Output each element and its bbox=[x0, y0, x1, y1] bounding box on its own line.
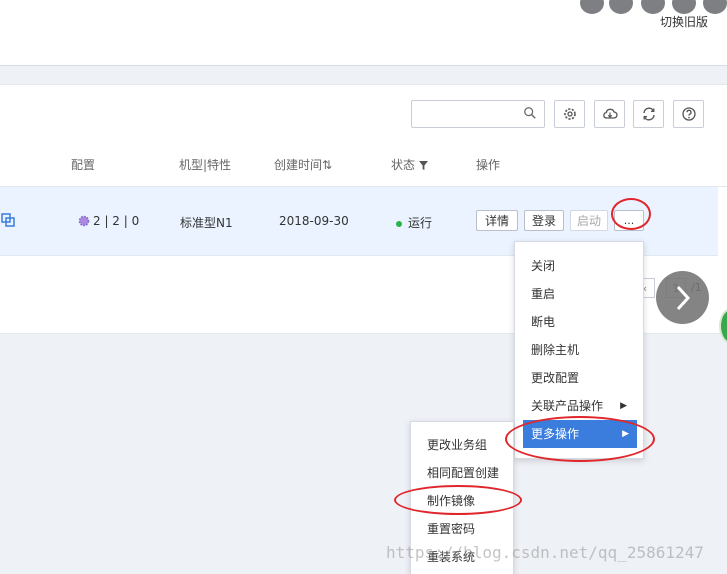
cloud-download-icon bbox=[602, 108, 618, 119]
trash-icon[interactable] bbox=[609, 0, 633, 14]
submenu-item-change-business-group[interactable]: 更改业务组 bbox=[411, 431, 513, 459]
column-header-created[interactable]: 创建时间⇅ bbox=[274, 156, 332, 173]
row-status: 运行 bbox=[396, 214, 432, 231]
user-icon[interactable] bbox=[641, 0, 665, 14]
row-model: 标准型N1 bbox=[180, 216, 233, 230]
annotation-circle-more-operations bbox=[505, 416, 655, 462]
submenu-item-clone-config[interactable]: 相同配置创建 bbox=[411, 459, 513, 487]
submenu-item-reset-password[interactable]: 重置密码 bbox=[411, 515, 513, 543]
column-header-status[interactable]: 状态 bbox=[391, 156, 428, 173]
column-header-actions: 操作 bbox=[476, 158, 501, 172]
row-created: 2018-09-30 bbox=[279, 214, 349, 228]
switch-old-version-link[interactable]: 切换旧版 bbox=[660, 13, 708, 30]
refresh-button[interactable] bbox=[633, 100, 664, 128]
menu-item-change-config[interactable]: 更改配置 bbox=[515, 364, 643, 392]
caret-right-icon: ▶ bbox=[620, 401, 627, 411]
window-icon[interactable] bbox=[672, 0, 696, 14]
menu-item-power-off[interactable]: 断电 bbox=[515, 308, 643, 336]
gear-icon bbox=[563, 108, 576, 120]
column-header-config: 配置 bbox=[71, 158, 96, 172]
status-dot bbox=[396, 220, 402, 227]
row-config-value: 2 | 2 | 0 bbox=[93, 214, 140, 228]
search-input[interactable] bbox=[411, 100, 545, 128]
chat-icon[interactable] bbox=[580, 0, 604, 14]
search-icon[interactable] bbox=[523, 106, 537, 120]
next-page-button[interactable] bbox=[656, 271, 709, 324]
help-button[interactable] bbox=[673, 100, 704, 128]
watermark: https://blog.csdn.net/qq_25861247 bbox=[386, 543, 704, 562]
menu-item-related-products-label: 关联产品操作 bbox=[531, 399, 604, 413]
start-button[interactable]: 启动 bbox=[570, 210, 608, 231]
close-icon[interactable] bbox=[703, 0, 727, 14]
top-bar: 切换旧版 bbox=[0, 0, 727, 66]
row-status-label: 运行 bbox=[408, 216, 433, 230]
detail-button[interactable]: 详情 bbox=[476, 210, 518, 231]
annotation-circle-more bbox=[611, 198, 651, 230]
cpu-icon bbox=[78, 215, 90, 227]
download-button[interactable] bbox=[594, 100, 625, 128]
filter-icon[interactable] bbox=[418, 161, 428, 170]
login-button[interactable]: 登录 bbox=[524, 210, 564, 231]
annotation-circle-create-image bbox=[394, 485, 522, 515]
help-icon bbox=[681, 107, 696, 121]
menu-item-restart[interactable]: 重启 bbox=[515, 280, 643, 308]
menu-item-shutdown[interactable]: 关闭 bbox=[515, 252, 643, 280]
row-config: 2 | 2 | 0 bbox=[78, 214, 139, 228]
copy-icon[interactable] bbox=[1, 213, 15, 227]
chevron-right-icon bbox=[676, 285, 690, 310]
column-header-status-label: 状态 bbox=[391, 158, 416, 172]
menu-item-delete-host[interactable]: 删除主机 bbox=[515, 336, 643, 364]
settings-button[interactable] bbox=[554, 100, 585, 128]
refresh-icon bbox=[642, 107, 655, 121]
column-header-model: 机型|特性 bbox=[179, 158, 232, 172]
